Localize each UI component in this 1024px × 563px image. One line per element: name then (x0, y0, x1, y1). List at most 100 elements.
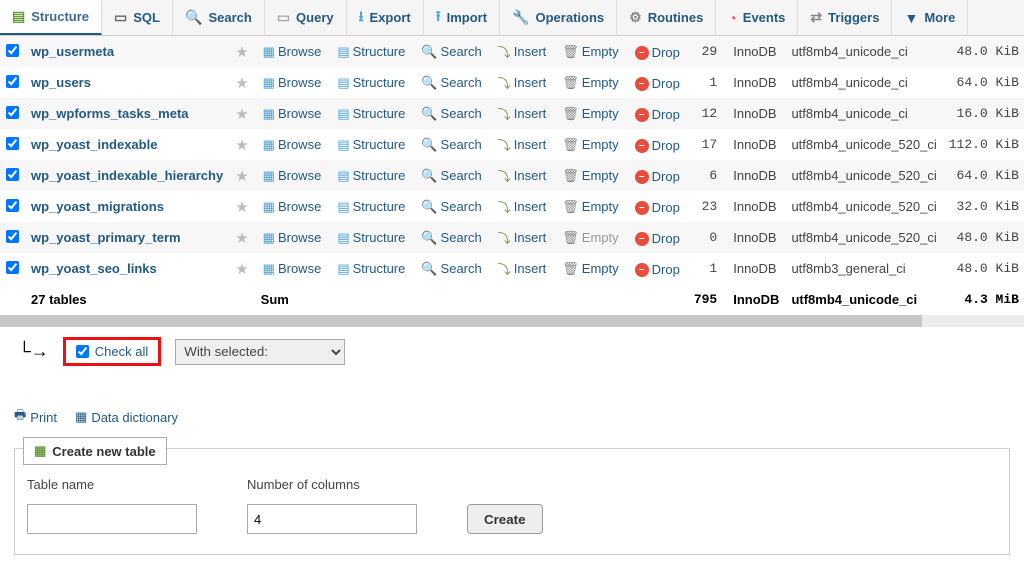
table-name-cell[interactable]: wp_users (25, 67, 229, 98)
favorite-star-icon[interactable]: ★ (235, 75, 248, 92)
row-checkbox[interactable] (6, 137, 19, 150)
search-action[interactable]: 🔍Search (419, 137, 483, 153)
empty-action[interactable]: 🗑Empty (560, 75, 620, 91)
row-checkbox[interactable] (6, 44, 19, 57)
check-all-checkbox[interactable] (76, 345, 89, 358)
search-action[interactable]: 🔍Search (419, 199, 483, 215)
row-checkbox[interactable] (6, 230, 19, 243)
drop-action[interactable]: – Drop (633, 107, 682, 122)
row-checkbox[interactable] (6, 168, 19, 181)
num-columns-input[interactable] (247, 504, 417, 534)
table-name-cell[interactable]: wp_yoast_indexable (25, 129, 229, 160)
table-name-cell[interactable]: wp_yoast_primary_term (25, 222, 229, 253)
browse-action[interactable]: ▦Browse (261, 168, 324, 184)
empty-action[interactable]: 🗑Empty (560, 106, 620, 122)
structure-action[interactable]: ▤Structure (335, 75, 407, 91)
row-count: 29 (688, 36, 727, 67)
empty-action[interactable]: 🗑Empty (560, 44, 620, 60)
insert-action[interactable]: ⤵Insert (496, 197, 549, 216)
insert-action[interactable]: ⤵Insert (496, 259, 549, 278)
with-selected-dropdown[interactable]: With selected: (175, 339, 345, 365)
data-dictionary-link[interactable]: ▦Data dictionary (75, 406, 178, 428)
summary-engine: InnoDB (727, 284, 785, 315)
drop-action[interactable]: – Drop (633, 262, 682, 277)
row-checkbox[interactable] (6, 199, 19, 212)
tab-routines[interactable]: ⚙Routines (617, 0, 716, 35)
search-action[interactable]: 🔍Search (419, 44, 483, 60)
browse-action[interactable]: ▦Browse (261, 106, 324, 122)
structure-action[interactable]: ▤Structure (335, 261, 407, 277)
insert-action[interactable]: ⤵Insert (496, 42, 549, 61)
table-name-cell[interactable]: wp_usermeta (25, 36, 229, 67)
drop-action[interactable]: – Drop (633, 138, 682, 153)
collation-cell: utf8mb3_general_ci (785, 253, 942, 284)
tab-import[interactable]: ⭱Import (424, 0, 500, 35)
favorite-star-icon[interactable]: ★ (235, 230, 248, 247)
search-action[interactable]: 🔍Search (419, 261, 483, 277)
search-action[interactable]: 🔍Search (419, 75, 483, 91)
drop-action[interactable]: – Drop (633, 76, 682, 91)
browse-action[interactable]: ▦Browse (261, 261, 324, 277)
tab-search[interactable]: 🔍Search (173, 0, 265, 35)
horizontal-scrollbar[interactable] (0, 315, 1024, 327)
tab-events[interactable]: ◔Events (716, 0, 798, 35)
browse-action[interactable]: ▦Browse (261, 75, 324, 91)
tab-export[interactable]: ⭳Export (347, 0, 424, 35)
structure-action[interactable]: ▤Structure (335, 168, 407, 184)
structure-icon: ▤ (337, 168, 349, 184)
tab-bar: ▤Structure▭SQL🔍Search▭Query⭳Export⭱Impor… (0, 0, 1024, 36)
empty-action[interactable]: 🗑Empty (560, 137, 620, 153)
table-name-input[interactable] (27, 504, 197, 534)
insert-action[interactable]: ⤵Insert (496, 166, 549, 185)
structure-action[interactable]: ▤Structure (335, 44, 407, 60)
drop-action[interactable]: – Drop (633, 45, 682, 60)
browse-action[interactable]: ▦Browse (261, 44, 324, 60)
drop-action[interactable]: – Drop (633, 231, 682, 246)
drop-action[interactable]: – Drop (633, 200, 682, 215)
tab-more[interactable]: ▼More (892, 0, 968, 35)
empty-action[interactable]: 🗑Empty (560, 168, 620, 184)
table-name-cell[interactable]: wp_yoast_indexable_hierarchy (25, 160, 229, 191)
insert-action[interactable]: ⤵Insert (496, 104, 549, 123)
tab-operations[interactable]: 🔧Operations (500, 0, 617, 35)
table-name-cell[interactable]: wp_wpforms_tasks_meta (25, 98, 229, 129)
tab-structure[interactable]: ▤Structure (0, 0, 102, 35)
insert-action[interactable]: ⤵Insert (496, 73, 549, 92)
insert-action[interactable]: ⤵Insert (496, 228, 549, 247)
favorite-star-icon[interactable]: ★ (235, 199, 248, 216)
data-dictionary-icon: ▦ (75, 409, 87, 425)
row-checkbox[interactable] (6, 261, 19, 274)
table-name-cell[interactable]: wp_yoast_migrations (25, 191, 229, 222)
structure-action[interactable]: ▤Structure (335, 106, 407, 122)
tab-sql[interactable]: ▭SQL (102, 0, 173, 35)
drop-action[interactable]: – Drop (633, 169, 682, 184)
search-action[interactable]: 🔍Search (419, 106, 483, 122)
favorite-star-icon[interactable]: ★ (235, 137, 248, 154)
print-link[interactable]: 🖶Print (14, 406, 57, 428)
structure-action[interactable]: ▤Structure (335, 230, 407, 246)
browse-action[interactable]: ▦Browse (261, 230, 324, 246)
browse-action[interactable]: ▦Browse (261, 137, 324, 153)
search-action[interactable]: 🔍Search (419, 168, 483, 184)
row-checkbox[interactable] (6, 75, 19, 88)
structure-action[interactable]: ▤Structure (335, 199, 407, 215)
favorite-star-icon[interactable]: ★ (235, 261, 248, 278)
empty-icon: 🗑 (562, 261, 579, 277)
row-checkbox[interactable] (6, 106, 19, 119)
structure-action[interactable]: ▤Structure (335, 137, 407, 153)
favorite-star-icon[interactable]: ★ (235, 44, 248, 61)
empty-action[interactable]: 🗑Empty (560, 261, 620, 277)
table-row: wp_usermeta ★ ▦Browse ▤Structure 🔍Search ⤵Ins… (0, 36, 1024, 67)
favorite-star-icon[interactable]: ★ (235, 168, 248, 185)
empty-action[interactable]: 🗑Empty (560, 230, 620, 246)
tab-triggers[interactable]: ⇄Triggers (798, 0, 892, 35)
insert-action[interactable]: ⤵Insert (496, 135, 549, 154)
empty-action[interactable]: 🗑Empty (560, 199, 620, 215)
search-action[interactable]: 🔍Search (419, 230, 483, 246)
favorite-star-icon[interactable]: ★ (235, 106, 248, 123)
create-button[interactable]: Create (467, 504, 543, 534)
browse-action[interactable]: ▦Browse (261, 199, 324, 215)
tab-query[interactable]: ▭Query (265, 0, 347, 35)
insert-icon: ⤵ (498, 228, 511, 247)
table-name-cell[interactable]: wp_yoast_seo_links (25, 253, 229, 284)
